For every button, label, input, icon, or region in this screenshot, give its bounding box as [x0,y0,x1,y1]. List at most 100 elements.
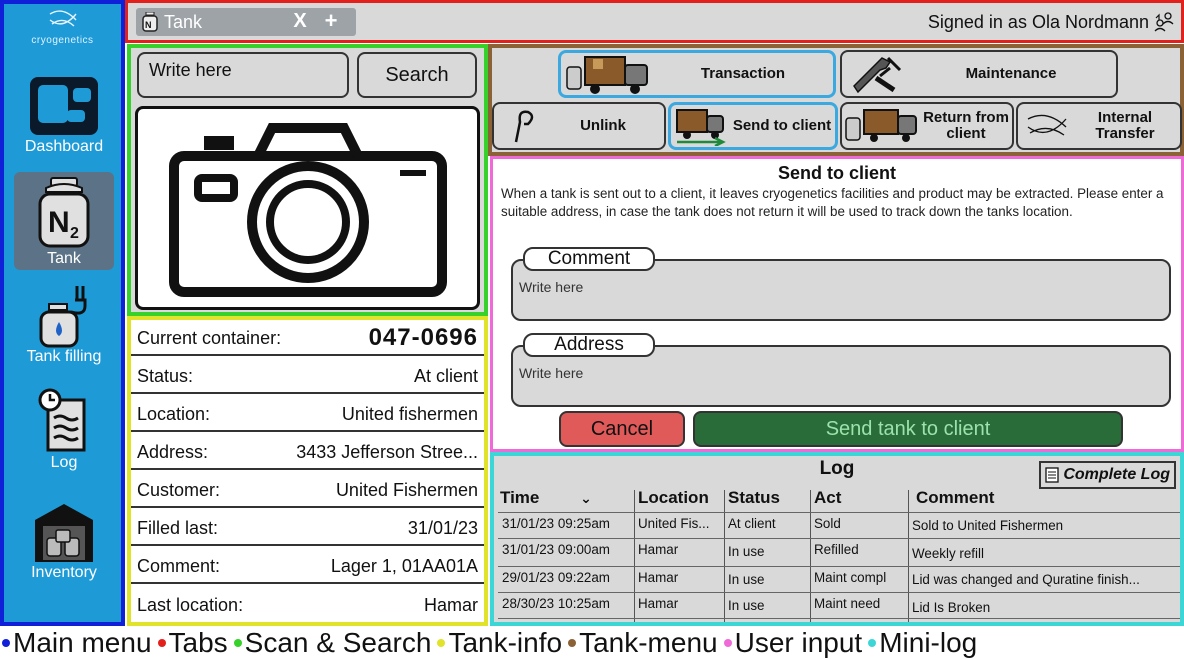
search-button[interactable]: Search [357,52,477,98]
scan-search-panel: Write here Search [127,44,488,316]
info-label: Status: [137,365,194,386]
log-cell-status: In use [728,544,765,559]
tank-n2-icon: N 2 [38,177,90,248]
legend-item-mini-log: Mini-log [868,627,977,659]
cancel-button[interactable]: Cancel [559,411,685,447]
log-cell-comment: Weekly refill [912,546,984,561]
color-legend: Main menu Tabs Scan & Search Tank-info T… [2,626,1184,660]
info-row-container: Current container: 047-0696 [131,322,484,356]
legend-label: Main menu [13,627,152,658]
info-row-filled-last: Filled last: 31/01/23 [131,512,484,546]
log-cell-location: Hamar [638,542,679,557]
button-label: Unlink [580,117,626,135]
log-cell-status: Qurantine [724,618,810,622]
camera-scan-area[interactable] [135,106,480,310]
log-cell-act: Sold [814,516,841,531]
legend-dot [2,639,10,647]
info-value: At client [413,365,478,386]
user-input-panel: Send to client When a tank is sent out t… [490,156,1184,452]
transaction-button[interactable]: Transaction [558,50,836,98]
unlink-icon [514,110,534,143]
button-label: Return from client [923,109,1009,142]
document-icon [1045,467,1059,483]
legend-dot [868,639,877,647]
sidebar-item-label: Tank [47,250,81,267]
column-header-location[interactable]: Location [638,488,709,510]
internal-transfer-icon [1027,114,1067,136]
log-cell-time: 31/01/23 09:00am [502,542,610,557]
truck-icon [566,56,648,94]
log-cell-time: 28/30/23 10:25am [502,596,610,611]
log-cell-time: 28/30/23 09:05am [498,618,634,622]
info-label: Comment: [137,555,221,576]
button-label: Maintenance [965,65,1057,83]
info-value: United fishermen [341,403,478,424]
column-header-comment[interactable]: Comment [916,488,994,510]
legend-item-tabs: Tabs [157,627,228,659]
column-header-status[interactable]: Status [728,488,780,510]
info-label: Current container: [137,327,282,348]
log-cell-location: United Fis... [638,516,710,531]
maintenance-button[interactable]: Maintenance [840,50,1118,98]
svg-text:2: 2 [70,225,79,242]
legend-item-tank-menu: Tank-menu [568,627,718,659]
mini-log-panel: Log Complete Log Time ⌄ Location Status … [490,452,1184,626]
column-header-time[interactable]: Time ⌄ [500,488,592,510]
internal-transfer-button[interactable]: Internal Transfer [1016,102,1182,150]
info-label: Location: [137,403,211,424]
svg-text:N: N [48,206,70,239]
signed-in-user[interactable]: Signed in as Ola Nordmann [928,11,1175,33]
sidebar-item-dashboard[interactable]: Dashboard [14,74,114,166]
complete-log-button[interactable]: Complete Log [1039,461,1176,489]
header-label: Time [500,488,540,507]
column-header-act[interactable]: Act [814,488,841,510]
sidebar-item-tank-filling[interactable]: Tank filling [14,282,114,374]
logo-text: cryogenetics [31,35,94,46]
add-tab-button[interactable]: + [318,8,344,34]
user-swap-icon [1154,12,1174,32]
log-icon [38,388,86,452]
info-row-address: Address: 3433 Jefferson Stree... [131,436,484,470]
address-label: Address [523,333,655,357]
tank-info-panel: Current container: 047-0696 Status: At c… [127,316,488,626]
comment-label: Comment [523,247,655,271]
search-input[interactable]: Write here [137,52,349,98]
info-row-location: Location: United fishermen [131,398,484,432]
dashboard-icon [30,77,98,135]
sidebar-item-tank[interactable]: N 2 Tank [14,172,114,270]
sidebar-item-log[interactable]: Log [14,388,114,480]
log-cell-status: In use [728,598,765,613]
log-cell-act: Maint compl [814,570,887,585]
legend-dot [437,639,446,647]
log-cell-act: Maint need [814,596,881,611]
legend-item-scan-search: Scan & Search [233,627,431,659]
tab-close-button[interactable]: X [286,8,314,34]
sidebar-item-inventory[interactable]: Inventory [14,500,114,592]
log-cell-location: Hamar [634,618,724,622]
info-row-status: Status: At client [131,360,484,394]
sidebar-item-label: Tank filling [26,348,102,365]
info-row-comment: Comment: Lager 1, 01AA01A [131,550,484,584]
log-cell-act: Refilled [814,542,859,557]
info-row-last-location: Last location: Hamar [131,588,484,622]
legend-label: Tank-info [448,627,563,658]
legend-item-tank-info: Tank-info [437,627,562,659]
unlink-button[interactable]: Unlink [492,102,666,150]
legend-label: User input [734,627,863,658]
tank-menu-panel: Transaction Maintenance Unlink Send to c… [488,44,1184,156]
log-cell-location: Hamar [638,570,679,585]
form-title: Send to client [777,163,896,183]
send-tank-to-client-button[interactable]: Send tank to client [693,411,1123,447]
log-cell-status: At client [728,516,776,531]
chevron-down-icon: ⌄ [580,490,592,506]
complete-log-label: Complete Log [1063,466,1170,483]
tank-filling-icon [39,286,87,348]
info-label: Address: [137,441,209,462]
info-label: Last location: [137,594,244,615]
send-to-client-button[interactable]: Send to client [668,102,838,150]
main-menu-sidebar: cryogenetics Dashboard N 2 Tank Tank fil… [0,0,125,626]
log-cell-status: In use [728,572,765,587]
legend-label: Mini-log [879,627,978,658]
info-value: 31/01/23 [407,517,478,538]
return-from-client-button[interactable]: Return from client [840,102,1014,150]
